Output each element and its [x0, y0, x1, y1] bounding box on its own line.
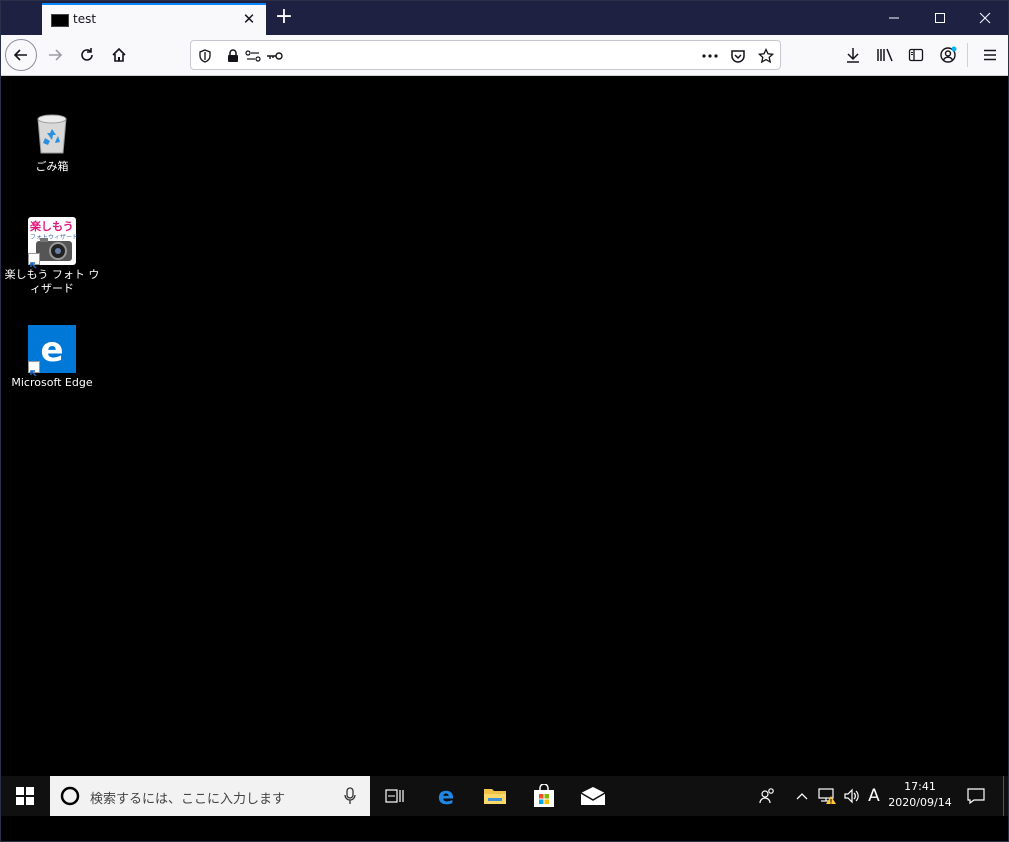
toolbar-separator [967, 43, 968, 67]
new-tab-button[interactable]: + [271, 5, 297, 31]
volume-button[interactable] [840, 776, 864, 816]
desktop-bottom-margin [1, 816, 1008, 841]
downloads-button[interactable] [837, 39, 869, 71]
search-placeholder: 検索するには、ここに入力します [90, 792, 286, 807]
close-icon [979, 12, 991, 24]
minimize-button[interactable] [871, 1, 917, 35]
tab-favicon-icon [51, 14, 69, 27]
tab-strip: test ✕ + [1, 1, 1008, 35]
store-bag-icon [534, 784, 554, 807]
pocket-icon[interactable] [729, 47, 747, 65]
microphone-icon [344, 787, 356, 804]
browser-window: test ✕ + ごみ箱 楽しもう フォトウィザード 楽しもう フォト ウィザー… [0, 0, 1009, 842]
svg-text:!: ! [830, 799, 833, 806]
tracking-protection-shield-icon[interactable] [196, 47, 214, 65]
taskbar-mail-button[interactable] [570, 776, 616, 816]
lock-icon[interactable] [224, 47, 242, 65]
network-warning-icon: ! [818, 788, 836, 806]
sidebar-button[interactable] [900, 39, 932, 71]
menu-button[interactable] [974, 39, 1006, 71]
folder-icon [484, 789, 506, 804]
forward-arrow-icon [49, 49, 63, 61]
network-status-button[interactable]: ! [815, 776, 839, 816]
home-button[interactable] [103, 39, 135, 71]
action-center-button[interactable] [959, 776, 993, 816]
clock-time: 17:41 [904, 780, 936, 793]
maximize-icon [935, 13, 945, 23]
tab-title: test [73, 12, 97, 26]
close-window-button[interactable] [962, 1, 1008, 35]
reload-icon [81, 48, 93, 61]
notification-icon [967, 788, 985, 804]
desktop-icon-recycle-bin[interactable]: ごみ箱 [4, 109, 100, 174]
windows-taskbar: 検索するには、ここに入力します e ! A 17:41 2020/09/14 [1, 776, 1008, 816]
key-icon[interactable] [265, 47, 285, 65]
permissions-icon[interactable] [244, 47, 262, 65]
cortana-circle-icon [60, 786, 80, 806]
shortcut-arrow-icon [28, 253, 40, 269]
edge-app-icon: e [28, 325, 76, 377]
navigation-toolbar [1, 35, 1008, 76]
tab-test[interactable]: test ✕ [42, 3, 266, 35]
taskbar-clock[interactable]: 17:41 2020/09/14 [885, 779, 955, 811]
people-icon [759, 788, 774, 804]
svg-text:e: e [438, 784, 454, 808]
edge-icon: e [438, 784, 454, 808]
maximize-button[interactable] [917, 1, 963, 35]
taskbar-search-box[interactable]: 検索するには、ここに入力します [50, 776, 370, 816]
reload-button[interactable] [71, 39, 103, 71]
svg-text:e: e [40, 330, 63, 370]
account-button[interactable] [932, 39, 964, 71]
microsoft-edge-label: Microsoft Edge [11, 376, 93, 389]
desktop-icon-microsoft-edge[interactable]: e Microsoft Edge [4, 325, 100, 390]
taskbar-edge-button[interactable]: e [423, 776, 469, 816]
recycle-bin-icon [28, 109, 76, 157]
tab-close-icon[interactable]: ✕ [240, 10, 258, 28]
chevron-up-icon [796, 793, 808, 800]
account-icon [940, 46, 957, 63]
task-view-button[interactable] [373, 776, 417, 816]
photo-wizard-label: 楽しもう フォト ウィザード [4, 268, 100, 295]
ime-mode-indicator[interactable]: A [863, 776, 885, 816]
show-desktop-strip[interactable] [1003, 776, 1004, 816]
minimize-icon [889, 17, 899, 19]
mail-icon [580, 787, 606, 805]
sidebar-icon [908, 48, 924, 62]
taskbar-store-button[interactable] [521, 776, 567, 816]
address-bar[interactable] [190, 40, 781, 70]
show-hidden-icons-button[interactable] [791, 776, 813, 816]
desktop-icon-photo-wizard[interactable]: 楽しもう フォトウィザード 楽しもう フォト ウィザード [4, 217, 100, 296]
library-icon [877, 48, 893, 62]
people-button[interactable] [753, 776, 781, 816]
windows-logo-icon [16, 787, 34, 805]
shortcut-arrow-icon [28, 361, 40, 377]
bookmark-star-icon[interactable] [757, 47, 775, 65]
speaker-icon [844, 788, 859, 804]
page-actions-icon[interactable] [701, 47, 719, 65]
taskbar-file-explorer-button[interactable] [472, 776, 518, 816]
recycle-bin-label: ごみ箱 [35, 160, 69, 173]
back-button[interactable] [5, 39, 37, 71]
photo-wizard-app-icon: 楽しもう フォトウィザード [28, 217, 78, 269]
remote-desktop-view[interactable]: ごみ箱 楽しもう フォトウィザード 楽しもう フォト ウィザード e Micro… [1, 76, 1008, 776]
task-view-icon [385, 789, 404, 803]
home-icon [112, 47, 126, 62]
hamburger-menu-icon [984, 49, 996, 61]
start-button[interactable] [1, 776, 49, 816]
forward-button[interactable] [39, 39, 71, 71]
download-icon [847, 48, 859, 63]
back-arrow-icon [13, 49, 27, 61]
library-button[interactable] [869, 39, 901, 71]
clock-date: 2020/09/14 [888, 796, 952, 809]
